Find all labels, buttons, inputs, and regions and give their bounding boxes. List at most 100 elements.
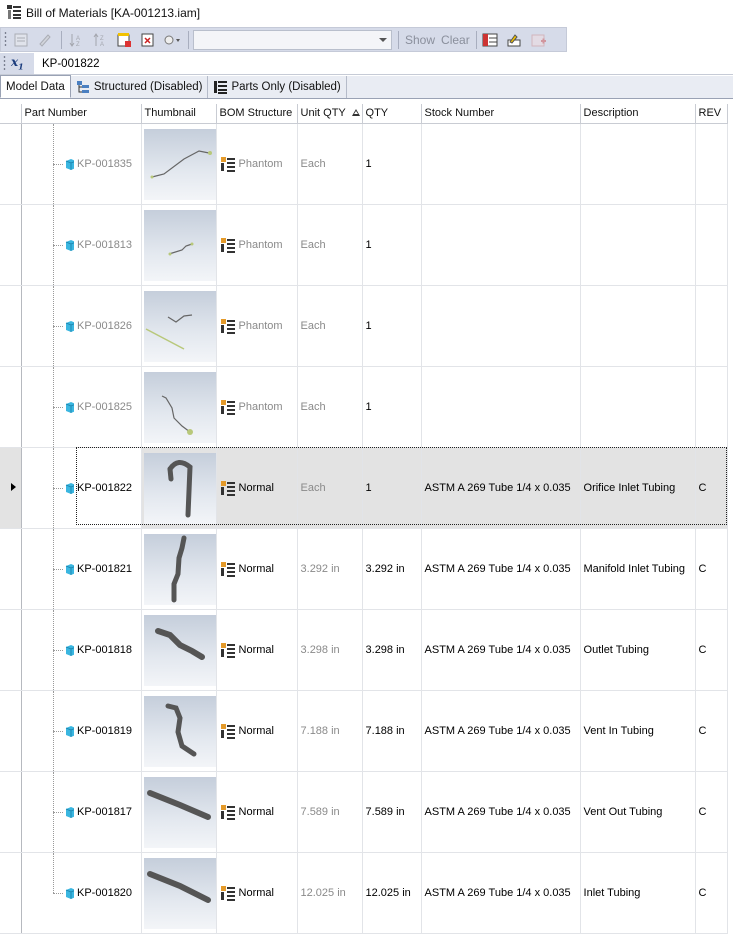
unit-qty-cell[interactable]: Each	[297, 447, 363, 529]
column-header-description[interactable]: Description	[580, 104, 696, 124]
rev-cell[interactable]: C	[695, 852, 728, 934]
description-cell[interactable]	[580, 366, 696, 448]
bom-structure-cell[interactable]: Normal	[216, 771, 298, 853]
row-selector[interactable]	[0, 447, 22, 529]
column-chooser-icon[interactable]	[480, 30, 502, 50]
description-cell[interactable]	[580, 204, 696, 286]
unit-qty-cell[interactable]: Each	[297, 123, 363, 205]
rev-cell[interactable]: C	[695, 447, 728, 529]
column-header-thumbnail[interactable]: Thumbnail	[141, 104, 217, 124]
description-cell[interactable]: Inlet Tubing	[580, 852, 696, 934]
stock-number-cell[interactable]: ASTM A 269 Tube 1/4 x 0.035	[421, 771, 581, 853]
rev-cell[interactable]: C	[695, 690, 728, 772]
renumber-icon[interactable]	[137, 30, 159, 50]
bom-structure-cell[interactable]: Phantom	[216, 366, 298, 448]
unit-qty-cell[interactable]: 7.188 in	[297, 690, 363, 772]
toolbar-grip[interactable]	[4, 31, 7, 48]
bom-structure-cell[interactable]: Normal	[216, 609, 298, 691]
bom-structure-cell[interactable]: Phantom	[216, 204, 298, 286]
part-number-cell[interactable]: KP-001819	[74, 690, 142, 772]
add-custom-part-icon[interactable]	[528, 30, 550, 50]
qty-cell[interactable]: 1	[362, 366, 422, 448]
bom-structure-cell[interactable]: Normal	[216, 852, 298, 934]
row-selector[interactable]	[0, 690, 22, 772]
rev-cell[interactable]: C	[695, 771, 728, 853]
rev-cell[interactable]: C	[695, 609, 728, 691]
qty-cell[interactable]: 3.298 in	[362, 609, 422, 691]
description-cell[interactable]	[580, 285, 696, 367]
part-number-cell[interactable]: KP-001825	[74, 366, 142, 448]
column-header-stock-number[interactable]: Stock Number	[421, 104, 581, 124]
stock-number-cell[interactable]	[421, 123, 581, 205]
chevron-down-icon[interactable]	[379, 37, 387, 42]
formula-value[interactable]: KP-001822	[42, 58, 100, 70]
unit-qty-cell[interactable]: 3.292 in	[297, 528, 363, 610]
bom-structure-cell[interactable]: Phantom	[216, 123, 298, 205]
unit-qty-cell[interactable]: 3.298 in	[297, 609, 363, 691]
row-selector-header[interactable]	[0, 104, 22, 124]
qty-cell[interactable]: 1	[362, 204, 422, 286]
bom-structure-cell[interactable]: Normal	[216, 447, 298, 529]
part-number-cell[interactable]: KP-001818	[74, 609, 142, 691]
column-header-rev[interactable]: REV	[695, 104, 728, 124]
row-selector[interactable]	[0, 609, 22, 691]
part-number-cell[interactable]: KP-001817	[74, 771, 142, 853]
bom-settings-icon[interactable]	[113, 30, 135, 50]
qty-cell[interactable]: 3.292 in	[362, 528, 422, 610]
stock-number-cell[interactable]	[421, 204, 581, 286]
unit-qty-cell[interactable]: 12.025 in	[297, 852, 363, 934]
find-icon[interactable]	[161, 30, 183, 50]
rev-cell[interactable]	[695, 285, 728, 367]
table-row[interactable]: KP-001820 Normal 12.025 in 12.025 in AST…	[0, 852, 728, 934]
table-row[interactable]: KP-001813 Phantom Each 1	[0, 204, 728, 286]
row-selector[interactable]	[0, 771, 22, 853]
part-number-cell[interactable]: KP-001826	[74, 285, 142, 367]
rev-cell[interactable]: C	[695, 528, 728, 610]
description-cell[interactable]: Orifice Inlet Tubing	[580, 447, 696, 529]
table-row[interactable]: KP-001817 Normal 7.589 in 7.589 in ASTM …	[0, 771, 728, 853]
qty-cell[interactable]: 7.188 in	[362, 690, 422, 772]
row-selector[interactable]	[0, 528, 22, 610]
description-cell[interactable]: Outlet Tubing	[580, 609, 696, 691]
bom-structure-cell[interactable]: Normal	[216, 528, 298, 610]
description-cell[interactable]: Manifold Inlet Tubing	[580, 528, 696, 610]
bom-structure-cell[interactable]: Phantom	[216, 285, 298, 367]
part-number-cell[interactable]: KP-001835	[74, 123, 142, 205]
sort-descending-icon[interactable]: ZA	[89, 30, 111, 50]
stock-number-cell[interactable]	[421, 366, 581, 448]
rev-cell[interactable]	[695, 204, 728, 286]
function-icon[interactable]: x1	[11, 55, 24, 71]
tab-parts-only[interactable]: Parts Only (Disabled)	[208, 76, 347, 98]
stock-number-cell[interactable]: ASTM A 269 Tube 1/4 x 0.035	[421, 690, 581, 772]
tab-structured[interactable]: Structured (Disabled)	[71, 76, 209, 98]
part-number-cell[interactable]: KP-001813	[74, 204, 142, 286]
qty-cell[interactable]: 7.589 in	[362, 771, 422, 853]
tab-model-data[interactable]: Model Data	[0, 75, 71, 98]
table-row[interactable]: KP-001819 Normal 7.188 in 7.188 in ASTM …	[0, 690, 728, 772]
bom-structure-cell[interactable]: Normal	[216, 690, 298, 772]
row-selector[interactable]	[0, 204, 22, 286]
table-row[interactable]: KP-001818 Normal 3.298 in 3.298 in ASTM …	[0, 609, 728, 691]
stock-number-cell[interactable]: ASTM A 269 Tube 1/4 x 0.035	[421, 528, 581, 610]
export-icon[interactable]	[10, 30, 32, 50]
column-header-unit-qty[interactable]: Unit QTY	[297, 104, 363, 124]
column-header-qty[interactable]: QTY	[362, 104, 422, 124]
stock-number-cell[interactable]: ASTM A 269 Tube 1/4 x 0.035	[421, 609, 581, 691]
table-row[interactable]: KP-001825 Phantom Each 1	[0, 366, 728, 448]
stock-number-cell[interactable]	[421, 285, 581, 367]
rev-cell[interactable]	[695, 123, 728, 205]
row-selector[interactable]	[0, 852, 22, 934]
unit-qty-cell[interactable]: Each	[297, 285, 363, 367]
stock-number-cell[interactable]: ASTM A 269 Tube 1/4 x 0.035	[421, 447, 581, 529]
table-row[interactable]: KP-001835 Phantom Each 1	[0, 123, 728, 205]
part-number-cell[interactable]: KP-001822	[74, 447, 142, 529]
qty-cell[interactable]: 12.025 in	[362, 852, 422, 934]
row-selector[interactable]	[0, 366, 22, 448]
table-row[interactable]: KP-001821 Normal 3.292 in 3.292 in ASTM …	[0, 528, 728, 610]
show-button[interactable]: Show	[402, 33, 438, 47]
clear-button[interactable]: Clear	[438, 33, 473, 47]
unit-qty-cell[interactable]: Each	[297, 204, 363, 286]
toolbar-grip[interactable]	[3, 55, 6, 72]
rev-cell[interactable]	[695, 366, 728, 448]
edit-icon[interactable]	[34, 30, 56, 50]
